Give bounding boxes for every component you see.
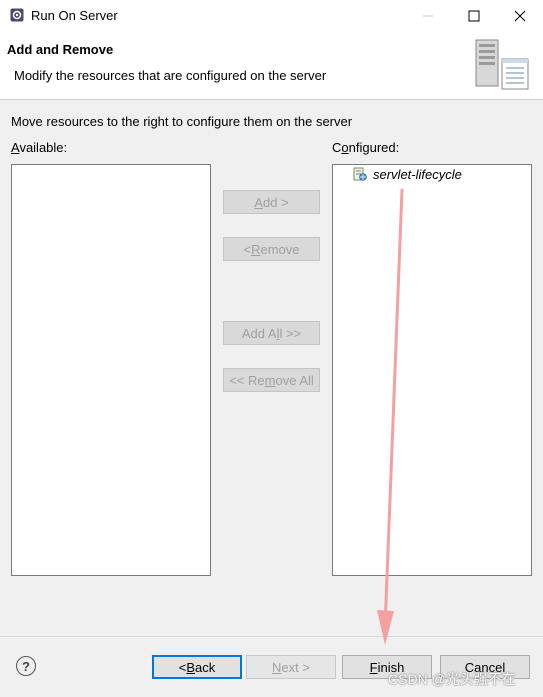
footer-separator <box>0 636 543 637</box>
minimize-button[interactable] <box>405 0 451 31</box>
configured-item-servlet-lifecycle[interactable]: servlet-lifecycle <box>353 166 462 182</box>
maximize-icon <box>468 10 480 21</box>
page-title: Add and Remove <box>7 42 114 57</box>
available-list[interactable] <box>11 164 211 576</box>
configured-label-prefix: C <box>332 140 342 155</box>
configured-label-mnemonic: o <box>341 140 349 155</box>
next-button[interactable]: Next > <box>246 655 336 679</box>
add-button[interactable]: Add > <box>223 190 320 214</box>
maximize-button[interactable] <box>451 0 497 31</box>
available-label-text: vailable: <box>19 140 68 155</box>
minimize-icon <box>423 15 433 16</box>
server-gear-icon <box>10 8 24 22</box>
title-bar: Run On Server <box>0 0 543 31</box>
page-description: Modify the resources that are configured… <box>14 68 327 83</box>
help-icon[interactable]: ? <box>16 656 36 676</box>
configured-label: Configured: <box>332 140 399 155</box>
back-button[interactable]: < Back <box>152 655 242 679</box>
web-module-icon <box>353 167 367 181</box>
configured-label-text: nfigured: <box>348 140 400 155</box>
configured-list[interactable] <box>332 164 532 576</box>
close-button[interactable] <box>497 0 543 31</box>
instruction-text: Move resources to the right to configure… <box>11 114 353 129</box>
server-list-icon <box>475 39 529 90</box>
remove-button[interactable]: < Remove <box>223 237 320 261</box>
remove-all-button[interactable]: << Re m ove All <box>223 368 320 392</box>
available-label: Available: <box>11 140 67 155</box>
configured-item-label: servlet-lifecycle <box>373 166 462 182</box>
close-icon <box>514 10 526 21</box>
wizard-header: Add and Remove Modify the resources that… <box>0 31 543 100</box>
watermark: CSDN @光头强不在 <box>388 671 516 687</box>
window-title: Run On Server <box>31 8 118 23</box>
add-all-button[interactable]: Add All >> <box>223 321 320 345</box>
